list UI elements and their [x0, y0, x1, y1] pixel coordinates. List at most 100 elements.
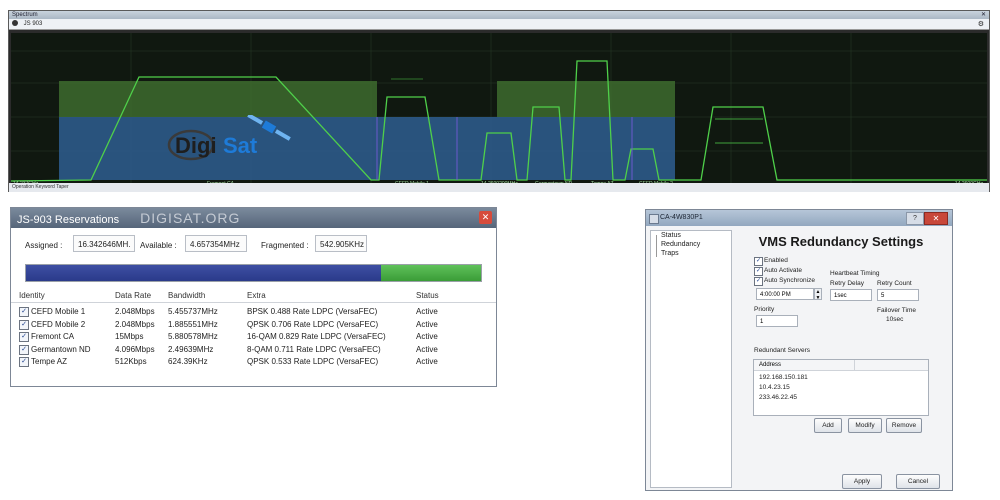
auto-sync-label: Auto Synchronize — [764, 277, 815, 284]
cell-rate: 2.048Mbps — [115, 319, 155, 329]
tree-item-redundancy[interactable]: Redundancy — [661, 241, 700, 248]
failover-value: 10sec — [886, 316, 904, 323]
vms-window: CA-4W830P1 ? ✕ Status Redundancy Traps V… — [645, 209, 953, 491]
cell-identity: Germantown ND — [31, 344, 91, 354]
auto-activate-label: Auto Activate — [764, 267, 802, 274]
failover-label: Failover Time — [877, 307, 917, 314]
help-icon[interactable]: ? — [906, 212, 924, 225]
assigned-label: Assigned : — [25, 241, 63, 250]
priority-input[interactable]: 1 — [756, 315, 798, 327]
cell-extra: BPSK 0.488 Rate LDPC (VersaFEC) — [247, 307, 378, 316]
cell-extra: QPSK 0.533 Rate LDPC (VersaFEC) — [247, 357, 379, 366]
modify-button[interactable]: Modify — [848, 418, 882, 433]
spectrum-plot[interactable]: Digi Sat Fremont CA CEFD Mobile 1 German… — [11, 33, 987, 189]
app-icon — [649, 214, 659, 224]
table-header: Identity Data Rate Bandwidth Extra Statu… — [11, 288, 496, 303]
column-header[interactable]: Address — [759, 360, 781, 370]
tree-item-traps[interactable]: Traps — [661, 250, 679, 257]
band-center-blue — [457, 117, 497, 180]
cell-identity: Tempe AZ — [31, 357, 68, 366]
usage-bar-assigned — [26, 265, 381, 281]
retry-delay-input[interactable]: 1sec — [830, 289, 872, 301]
row-checkbox[interactable]: ✓ — [19, 357, 29, 367]
close-icon[interactable]: ✕ — [924, 212, 948, 225]
retry-count-input[interactable]: 5 — [877, 289, 919, 301]
spectrum-title-bar: Spectrum ✕ — [9, 11, 989, 19]
usage-bar — [25, 264, 482, 282]
server-address[interactable]: 10.4.23.15 — [759, 384, 790, 391]
spectrum-menu-bar: JS 903 ⚙ — [9, 19, 989, 30]
cell-rate: 15Mbps — [115, 332, 144, 341]
reservations-window: JS-903 Reservations DIGISAT.ORG ✕ Assign… — [10, 207, 497, 387]
cell-status: Active — [416, 344, 438, 354]
brand-watermark: DIGISAT.ORG — [140, 210, 241, 226]
sync-time-input[interactable]: 4:00:00 PM — [756, 288, 814, 300]
settings-icon[interactable]: ⚙ — [978, 19, 984, 30]
column-header[interactable]: Extra — [247, 291, 266, 300]
available-label: Available : — [140, 241, 177, 250]
spectrum-menu-label[interactable]: JS 903 — [24, 21, 43, 27]
fragmented-value: 542.905KHz — [315, 235, 367, 252]
auto-activate-checkbox[interactable]: ✓ — [754, 267, 763, 276]
column-header[interactable]: Status — [416, 291, 439, 300]
cell-bandwidth: 1.885551MHz — [168, 319, 218, 329]
servers-list[interactable]: Address 192.168.150.181 10.4.23.15 233.4… — [753, 359, 929, 416]
cell-status: Active — [416, 332, 438, 341]
retry-count-label: Retry Count — [877, 280, 912, 287]
logo-text-sat: Sat — [223, 133, 258, 158]
cancel-button[interactable]: Cancel — [896, 474, 940, 489]
auto-sync-checkbox[interactable]: ✓ — [754, 277, 763, 286]
band-mobile1-blue — [377, 117, 457, 180]
satellite-icon: Digi Sat — [167, 113, 291, 161]
cell-extra: 8-QAM 0.711 Rate LDPC (VersaFEC) — [247, 344, 381, 354]
remove-button[interactable]: Remove — [886, 418, 922, 433]
cell-bandwidth: 5.455737MHz — [168, 307, 218, 316]
close-icon[interactable]: ✕ — [479, 211, 492, 224]
enabled-label: Enabled — [764, 257, 788, 264]
reservations-title-bar: JS-903 Reservations DIGISAT.ORG — [11, 208, 496, 228]
row-checkbox[interactable]: ✓ — [19, 332, 29, 342]
tree-item-status[interactable]: Status — [661, 232, 681, 239]
digisat-logo: Digi Sat — [161, 113, 301, 165]
cell-identity: CEFD Mobile 2 — [31, 319, 86, 329]
table-row[interactable]: ✓ Germantown ND 4.096Mbps 2.49639MHz 8-QAM 0… — [11, 344, 496, 356]
cell-bandwidth: 5.880578MHz — [168, 332, 218, 341]
cell-rate: 512Kbps — [115, 357, 147, 366]
time-spinner[interactable]: ▲ ▼ — [814, 288, 822, 301]
column-header[interactable]: Bandwidth — [168, 291, 205, 300]
add-button[interactable]: Add — [814, 418, 842, 433]
band-fremont-green — [59, 81, 377, 117]
cell-rate: 4.096Mbps — [115, 344, 155, 354]
spectrum-status-bar: Operation Keyword Taper — [9, 183, 989, 192]
reservations-title: JS-903 Reservations — [17, 214, 120, 226]
server-address[interactable]: 233.46.22.45 — [759, 394, 797, 401]
cell-status: Active — [416, 319, 438, 329]
table-row[interactable]: ✓ Tempe AZ 512Kbps 624.39KHz QPSK 0.533 Rate… — [11, 356, 496, 368]
servers-header: Address — [754, 360, 928, 371]
cell-identity: Fremont CA — [31, 332, 75, 341]
table-row[interactable]: ✓ Fremont CA 15Mbps 5.880578MHz 16-QAM 0.829… — [11, 331, 496, 343]
redundancy-panel: VMS Redundancy Settings ✓ Enabled ✓ Auto… — [734, 230, 948, 489]
cell-bandwidth: 624.39KHz — [168, 357, 208, 366]
bandwidth-metrics: Assigned : 16.342646MH. Available : 4.65… — [11, 230, 496, 260]
enabled-checkbox[interactable]: ✓ — [754, 257, 763, 266]
vms-window-title: CA-4W830P1 — [660, 214, 703, 221]
servers-label: Redundant Servers — [754, 347, 811, 354]
logo-text-digi: Digi — [175, 133, 217, 158]
cell-extra: QPSK 0.706 Rate LDPC (VersaFEC) — [247, 319, 379, 329]
page-title: VMS Redundancy Settings — [758, 234, 924, 249]
table-row[interactable]: ✓ CEFD Mobile 1 2.048Mbps 5.455737MHz BPSK 0… — [11, 306, 496, 318]
apply-button[interactable]: Apply — [842, 474, 882, 489]
server-address[interactable]: 192.168.150.181 — [759, 374, 808, 381]
spectrum-window-title: Spectrum — [12, 12, 38, 18]
cell-status: Active — [416, 307, 438, 316]
record-icon[interactable] — [12, 20, 18, 27]
row-checkbox[interactable]: ✓ — [19, 307, 29, 317]
column-header[interactable]: Data Rate — [115, 291, 151, 300]
row-checkbox[interactable]: ✓ — [19, 344, 29, 355]
column-header[interactable]: Identity — [19, 291, 45, 300]
table-row[interactable]: ✓ CEFD Mobile 2 2.048Mbps 1.885551MHz QPSK 0… — [11, 319, 496, 331]
heartbeat-label: Heartbeat Timing — [830, 270, 880, 277]
row-checkbox[interactable]: ✓ — [19, 319, 29, 330]
close-icon[interactable]: ✕ — [981, 11, 986, 19]
